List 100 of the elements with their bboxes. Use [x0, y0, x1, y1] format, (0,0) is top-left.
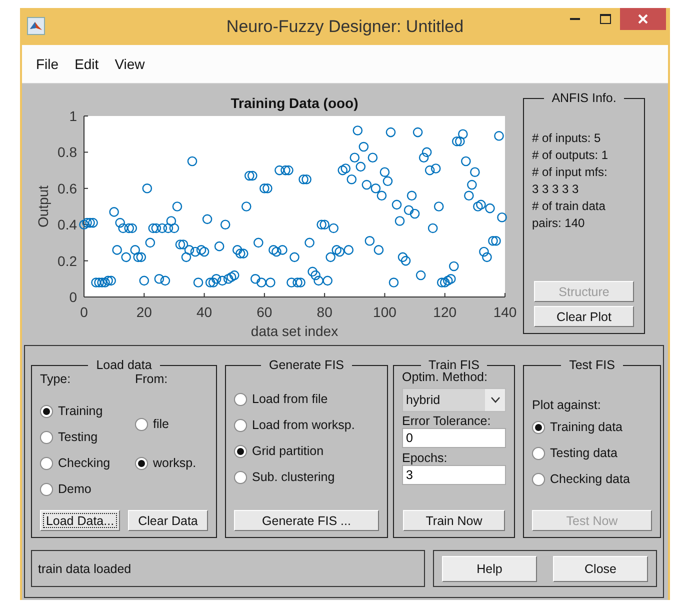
radio-label[interactable]: Testing	[58, 430, 98, 444]
data-point	[406, 190, 417, 201]
radio-button[interactable]	[234, 392, 247, 406]
data-point	[266, 278, 276, 288]
data-point	[485, 203, 495, 214]
data-point	[368, 152, 378, 163]
dialog-button[interactable]: Help	[442, 556, 537, 582]
close-icon	[638, 14, 648, 24]
action-button[interactable]: Generate FIS ...	[234, 510, 379, 531]
data-point	[178, 240, 188, 250]
radio-button[interactable]	[135, 418, 148, 430]
radio-button[interactable]	[532, 472, 545, 486]
radio-button[interactable]	[234, 418, 247, 432]
menu-item[interactable]: Edit	[66, 54, 107, 74]
data-point	[476, 200, 486, 210]
data-point	[254, 238, 264, 248]
data-point	[416, 270, 426, 280]
app-icon	[27, 17, 45, 35]
radio-label[interactable]: worksp.	[153, 456, 196, 470]
tolerance-field[interactable]: 0	[402, 428, 506, 448]
radio-button[interactable]	[40, 430, 53, 444]
data-point	[235, 248, 246, 258]
data-point	[364, 236, 375, 246]
data-point	[199, 246, 210, 257]
data-point	[334, 246, 344, 257]
radio-label[interactable]: Training	[58, 404, 103, 418]
data-point	[482, 252, 492, 262]
tick-label: 80	[316, 304, 332, 320]
tick-label: 0.2	[58, 252, 77, 269]
menu-item[interactable]: File	[28, 54, 67, 74]
data-point	[250, 274, 260, 284]
data-point	[290, 252, 300, 262]
tick-label: 140	[493, 304, 517, 320]
info-text: # of inputs: 5	[532, 131, 602, 145]
data-point	[154, 274, 164, 284]
data-point	[142, 184, 152, 194]
data-point	[392, 200, 402, 210]
data-point	[412, 127, 423, 138]
data-point	[256, 278, 266, 288]
data-point	[404, 205, 414, 216]
data-point	[160, 276, 170, 286]
action-button[interactable]: Train Now	[403, 510, 505, 531]
epochs-field[interactable]: 3	[402, 465, 506, 485]
radio-button[interactable]	[532, 420, 545, 434]
radio-label[interactable]: Sub. clustering	[252, 470, 335, 484]
data-point	[274, 165, 284, 176]
data-point	[220, 220, 230, 230]
tick-label: 120	[433, 304, 457, 320]
radio-button[interactable]	[234, 444, 247, 458]
data-point	[196, 245, 206, 255]
data-point	[193, 278, 204, 288]
data-point	[268, 245, 278, 255]
action-button[interactable]: Load Data...	[40, 510, 120, 531]
radio-button[interactable]	[234, 470, 247, 484]
data-point	[473, 202, 483, 212]
data-point	[332, 245, 342, 255]
data-point	[278, 245, 288, 255]
dialog-button[interactable]: Close	[553, 556, 648, 582]
data-point	[440, 278, 450, 288]
radio-label[interactable]: Training data	[550, 420, 622, 434]
radio-label[interactable]: file	[153, 417, 169, 431]
radio-button[interactable]	[40, 456, 53, 470]
radio-label[interactable]: Checking	[58, 456, 110, 470]
radio-label[interactable]: Load from file	[252, 392, 328, 406]
radio-label[interactable]: Checking data	[550, 472, 630, 486]
radio-button[interactable]	[40, 482, 53, 496]
data-point	[326, 252, 336, 262]
data-point	[115, 218, 125, 228]
minimize-icon	[570, 17, 580, 21]
radio-label[interactable]: Grid partition	[252, 444, 324, 458]
data-point	[344, 245, 354, 255]
data-point	[380, 167, 390, 177]
data-point	[97, 278, 107, 288]
data-point	[214, 241, 224, 252]
data-point	[148, 223, 158, 234]
action-button[interactable]: Clear Data	[128, 510, 208, 531]
data-point	[320, 220, 330, 230]
radio-label[interactable]: Demo	[58, 482, 92, 496]
data-point	[202, 214, 212, 224]
data-point	[448, 261, 459, 272]
data-point	[328, 223, 338, 234]
data-point	[241, 202, 252, 212]
data-point	[139, 276, 150, 286]
data-point	[464, 190, 474, 201]
tick-label: 60	[256, 304, 272, 320]
data-point	[304, 238, 314, 248]
radio-label[interactable]: Testing data	[550, 446, 618, 460]
radio-button[interactable]	[532, 446, 545, 460]
close-button[interactable]	[620, 8, 666, 30]
maximize-icon	[600, 14, 610, 24]
radio-button[interactable]	[135, 456, 148, 470]
radio-button[interactable]	[40, 404, 53, 418]
action-button[interactable]: Clear Plot	[534, 306, 634, 327]
menu-item[interactable]: View	[106, 54, 153, 74]
data-point	[280, 165, 290, 176]
info-text: 3 3 3 3 3	[532, 182, 580, 196]
data-point	[479, 246, 489, 257]
method-dropdown[interactable]: hybrid	[402, 388, 506, 412]
radio-label[interactable]: Load from worksp.	[252, 418, 355, 432]
group-title: Load data	[95, 358, 153, 372]
